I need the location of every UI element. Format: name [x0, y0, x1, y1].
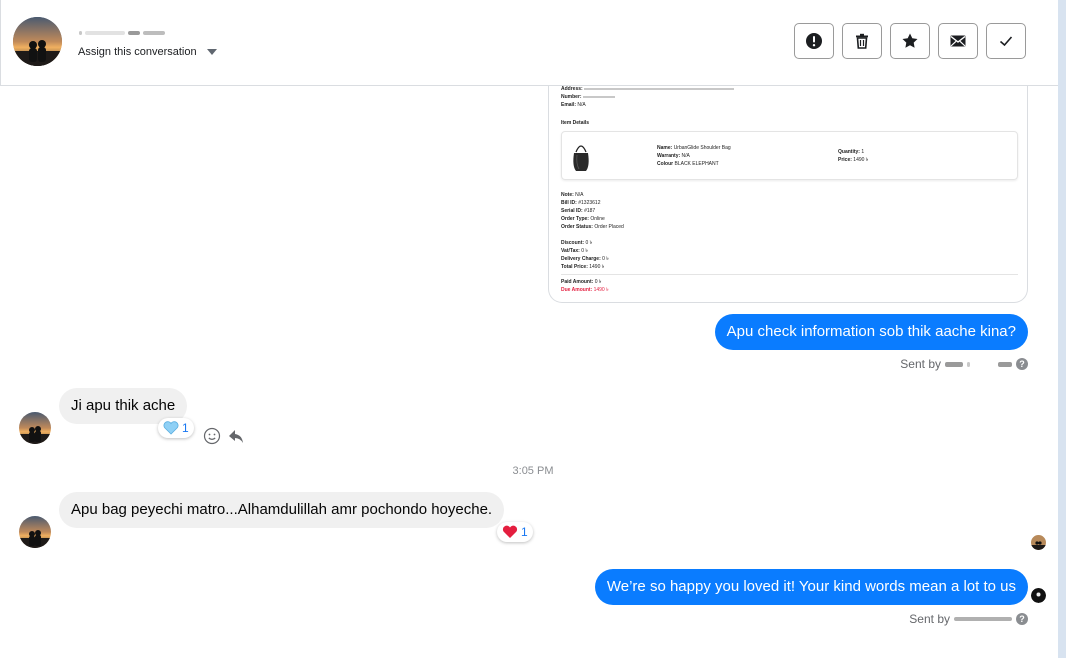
outgoing-message[interactable]: Apu check information sob thik aache kin…	[714, 314, 1028, 350]
item-quantity: Quantity: 1	[838, 149, 865, 155]
reply-icon[interactable]	[227, 427, 245, 445]
bag-image	[573, 145, 589, 171]
sender-name-redacted-3	[998, 361, 1012, 367]
help-icon[interactable]: ?	[1016, 358, 1028, 370]
sent-by-text: Sent by	[900, 357, 941, 371]
serial-id-line: Serial ID: #187	[561, 208, 596, 214]
email-line: Email: N/A	[561, 102, 586, 108]
delivery-charge-line: Delivery Charge: 0 ৳	[561, 256, 609, 262]
reaction-count: 1	[182, 421, 189, 435]
paid-amount-line: Paid Amount: 0 ৳	[561, 279, 602, 285]
seen-receipt-avatar	[1031, 535, 1046, 550]
sender-name-redacted	[945, 361, 963, 367]
red-heart-icon	[502, 525, 518, 538]
item-colour: Colour BLACK ELEPHANT	[657, 161, 719, 167]
alert-icon	[806, 33, 822, 49]
outgoing-message[interactable]: We’re so happy you loved it! Your kind w…	[594, 569, 1028, 605]
number-line: Number:	[561, 94, 615, 100]
reaction-badge[interactable]: 1	[158, 418, 194, 438]
due-amount-line: Due Amount: 1490 ৳	[561, 287, 609, 293]
star-icon	[902, 33, 918, 48]
order-status-line: Order Status: Order Placed	[561, 224, 624, 230]
mark-unread-button[interactable]	[938, 23, 978, 59]
spam-button[interactable]	[794, 23, 834, 59]
assign-conversation-dropdown[interactable]: Assign this conversation	[78, 46, 217, 58]
sender-name-redacted-2	[967, 361, 970, 367]
sender-name-redacted	[954, 617, 1012, 621]
conversation-header: Assign this conversation	[0, 0, 1058, 86]
item-name: Name: UrbanGlide Shoulder Bag	[657, 145, 731, 151]
order-invoice-attachment[interactable]: Address: Number: Email: N/A Item Details…	[548, 86, 1028, 303]
mark-done-button[interactable]	[986, 23, 1026, 59]
sent-by-label: Sent by ?	[900, 357, 1028, 371]
incoming-message[interactable]: Apu bag peyechi matro...Alhamdulillah am…	[59, 492, 505, 528]
sent-by-label: Sent by ?	[909, 612, 1028, 626]
total-price-line: Total Price: 1490 ৳	[561, 264, 605, 270]
trash-icon	[856, 33, 868, 49]
item-warranty: Warranty: N/A	[657, 153, 690, 159]
bill-id-line: Bill ID: #1323612	[561, 200, 601, 206]
discount-line: Discount: 0 ৳	[561, 240, 593, 246]
assign-label: Assign this conversation	[78, 46, 197, 58]
scrollbar[interactable]	[1058, 0, 1066, 658]
note-line: Note: N/A	[561, 192, 584, 198]
sent-by-text: Sent by	[909, 612, 950, 626]
item-box: Name: UrbanGlide Shoulder Bag Warranty: …	[561, 131, 1018, 180]
contact-avatar[interactable]	[13, 17, 62, 66]
star-button[interactable]	[890, 23, 930, 59]
address-line: Address:	[561, 86, 735, 92]
vat-line: Vat/Tax: 0 ৳	[561, 248, 588, 254]
emoji-react-icon[interactable]	[203, 427, 221, 445]
item-details-title: Item Details	[561, 120, 590, 126]
delete-button[interactable]	[842, 23, 882, 59]
check-icon	[999, 36, 1013, 47]
divider	[561, 274, 1018, 275]
contact-avatar-small[interactable]	[19, 516, 51, 548]
contact-avatar-small[interactable]	[19, 412, 51, 444]
timestamp-separator: 3:05 PM	[512, 465, 554, 477]
envelope-icon	[950, 35, 966, 47]
blue-heart-icon	[163, 421, 179, 435]
reaction-badge[interactable]: 1	[497, 522, 533, 542]
help-icon[interactable]: ?	[1016, 613, 1028, 625]
reaction-count: 1	[521, 525, 528, 539]
contact-name-redacted	[79, 24, 189, 35]
item-price: Price: 1490 ৳	[838, 157, 869, 163]
order-type-line: Order Type: Online	[561, 216, 605, 222]
sender-avatar	[1031, 588, 1046, 603]
caret-down-icon	[206, 49, 217, 55]
